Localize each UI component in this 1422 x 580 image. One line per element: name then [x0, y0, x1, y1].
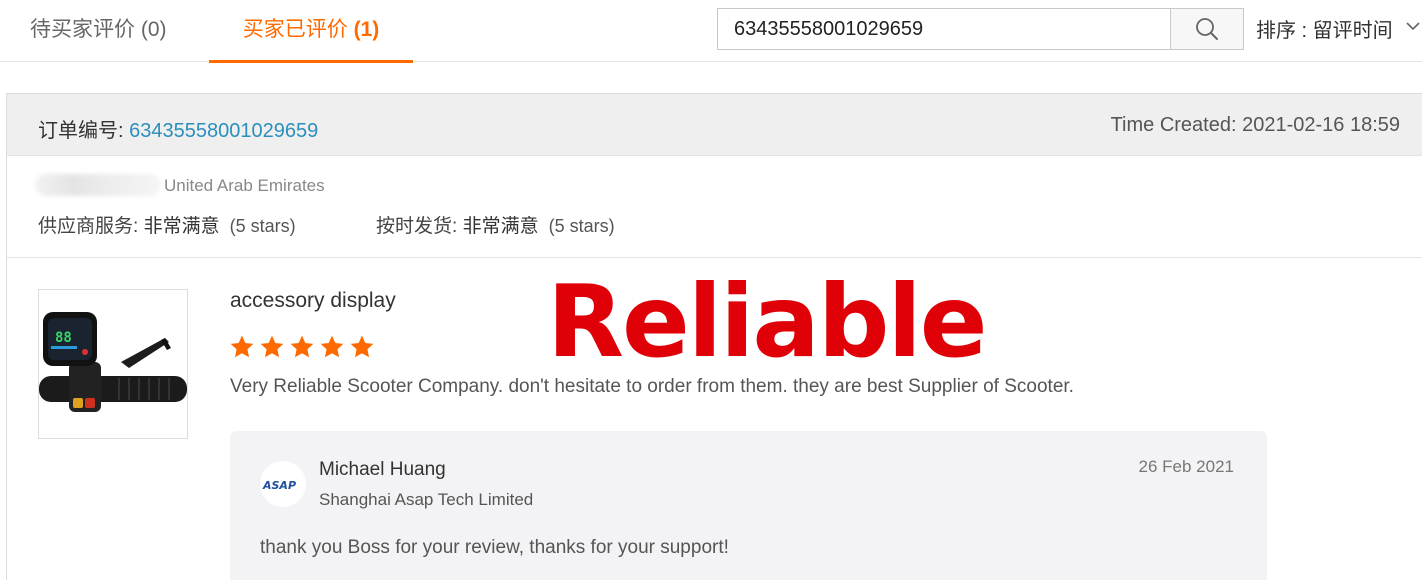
- order-review-card: 订单编号: 63435558001029659 Time Created: 20…: [6, 93, 1422, 580]
- product-thumbnail[interactable]: 88: [38, 289, 188, 439]
- rating-label: 按时发货:: [376, 216, 463, 237]
- seller-company: Shanghai Asap Tech Limited: [319, 490, 534, 509]
- search-icon: [1196, 18, 1218, 40]
- reply-date: 26 Feb 2021: [1138, 457, 1234, 476]
- product-title[interactable]: accessory display: [230, 289, 396, 313]
- order-number: 订单编号: 63435558001029659: [38, 114, 318, 143]
- sort-label: 排序 : 留评时间: [1256, 20, 1393, 42]
- asap-logo-icon: ASAP: [262, 479, 296, 492]
- seller-reply: ASAP Michael Huang Shanghai Asap Tech Li…: [230, 431, 1267, 580]
- buyer-name-blurred: [35, 174, 161, 196]
- order-number-link[interactable]: 63435558001029659: [129, 120, 318, 142]
- buyer-country: United Arab Emirates: [164, 176, 325, 195]
- chevron-down-icon[interactable]: [1404, 16, 1422, 36]
- rating-value: 非常满意: [143, 216, 220, 237]
- star-icon: [260, 335, 284, 358]
- tab-pending-review[interactable]: 待买家评价 (0): [30, 0, 167, 62]
- search-button[interactable]: [1170, 8, 1244, 50]
- star-icon: [320, 335, 344, 358]
- star-icon: [350, 335, 374, 358]
- order-number-label: 订单编号:: [38, 120, 130, 142]
- rating-stars: (5 stars): [548, 216, 615, 236]
- svg-text:88: 88: [55, 330, 72, 346]
- seller-name: Michael Huang: [319, 459, 446, 480]
- star-icon: [230, 335, 254, 358]
- tab-label: 待买家评价: [30, 18, 135, 41]
- reliable-overlay-text: Reliable: [547, 263, 988, 380]
- svg-text:ASAP: ASAP: [262, 479, 296, 492]
- sort-dropdown[interactable]: 排序 : 留评时间: [1256, 14, 1393, 43]
- tab-reviewed[interactable]: 买家已评价 (1): [209, 0, 413, 63]
- tab-label: 买家已评价: [242, 18, 348, 41]
- rating-stars: (5 stars): [229, 216, 296, 236]
- tab-count: (0): [140, 18, 167, 41]
- tab-count: (1): [353, 18, 380, 41]
- on-time-delivery-rating: 按时发货: 非常满意 (5 stars): [376, 211, 615, 238]
- supplier-service-rating: 供应商服务: 非常满意 (5 stars): [38, 211, 296, 238]
- order-header: 订单编号: 63435558001029659 Time Created: 20…: [7, 94, 1422, 156]
- reply-text: thank you Boss for your review, thanks f…: [260, 537, 729, 558]
- seller-avatar: ASAP: [260, 461, 306, 507]
- scooter-display-image: 88: [39, 312, 187, 412]
- order-search-input[interactable]: [717, 8, 1171, 50]
- review-star-rating: [229, 334, 375, 360]
- buyer-info: United Arab Emirates 供应商服务: 非常满意 (5 stars…: [7, 156, 1422, 258]
- rating-label: 供应商服务:: [38, 216, 144, 237]
- time-created: Time Created: 2021-02-16 18:59: [1110, 114, 1400, 136]
- rating-value: 非常满意: [462, 216, 539, 237]
- star-icon: [290, 335, 314, 358]
